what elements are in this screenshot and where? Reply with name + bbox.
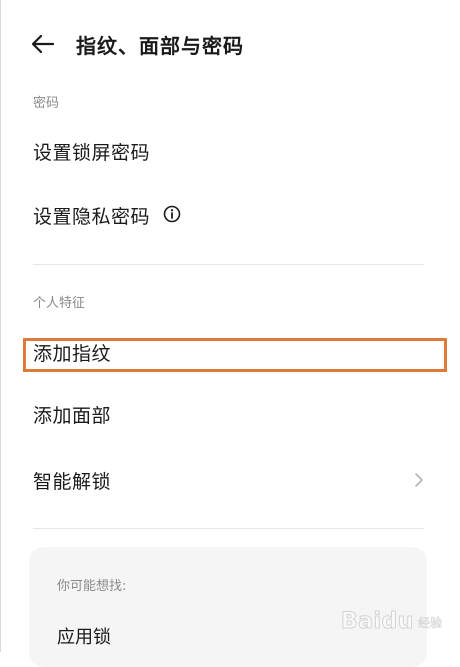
watermark-sub: 经验 — [417, 616, 443, 631]
smart-unlock-row[interactable]: 智能解锁 — [1, 458, 460, 502]
back-arrow-icon — [31, 34, 55, 54]
section-divider — [33, 264, 424, 265]
top-bar: 指纹、面部与密码 — [1, 24, 460, 64]
suggestion-app-lock[interactable]: 应用锁 — [57, 623, 111, 649]
set-privacy-password-row[interactable]: 设置隐私密码 — [1, 193, 460, 237]
back-button[interactable] — [29, 32, 57, 56]
settings-screen: 指纹、面部与密码 密码 设置锁屏密码 设置隐私密码 个人特征 添加指纹 添加面部… — [0, 0, 460, 667]
info-icon[interactable] — [163, 205, 181, 223]
set-privacy-password-label: 设置隐私密码 — [33, 205, 151, 228]
page-title: 指纹、面部与密码 — [76, 34, 244, 58]
section-label-password: 密码 — [33, 96, 60, 111]
add-face-row[interactable]: 添加面部 — [1, 392, 460, 436]
chevron-right-icon — [415, 473, 423, 487]
baidu-watermark: Baidu 经验 — [340, 609, 443, 635]
suggestion-card: 你可能想找: 应用锁 — [29, 547, 427, 667]
watermark-text: Baidu — [340, 609, 414, 635]
highlight-annotation-box — [23, 338, 447, 372]
add-face-label: 添加面部 — [33, 404, 112, 427]
suggestion-title: 你可能想找: — [57, 579, 127, 594]
set-lockscreen-password-row[interactable]: 设置锁屏密码 — [1, 129, 460, 173]
section-divider-2 — [33, 528, 424, 529]
set-lockscreen-password-label: 设置锁屏密码 — [33, 141, 151, 164]
smart-unlock-label: 智能解锁 — [33, 470, 112, 493]
section-label-personal: 个人特征 — [33, 296, 86, 311]
